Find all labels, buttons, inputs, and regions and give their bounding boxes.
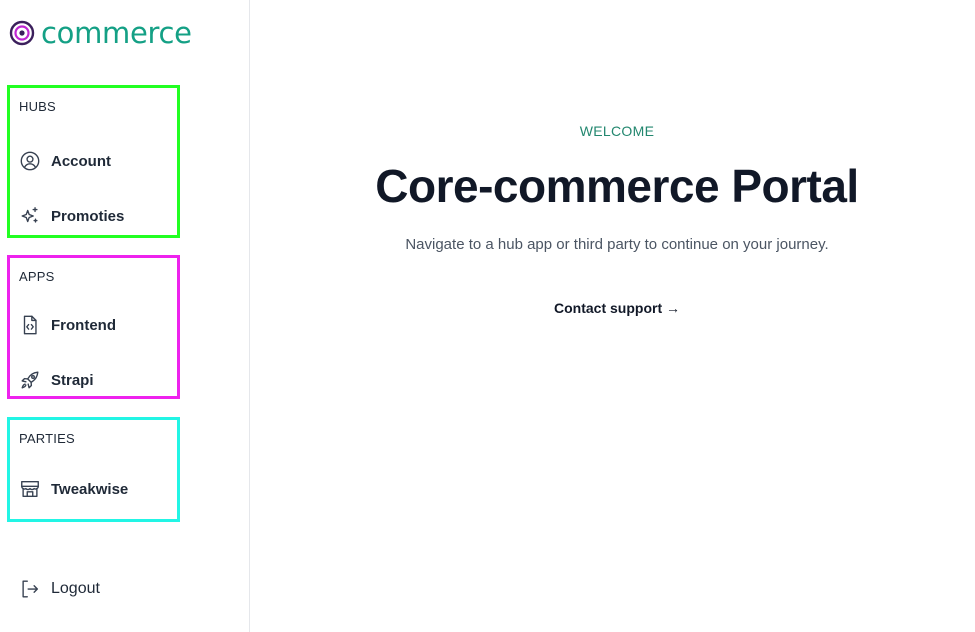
sidebar: commerce HUBS Account Promoties APPS Fro… bbox=[0, 0, 250, 632]
code-file-icon bbox=[23, 315, 37, 335]
sidebar-item-label: Account bbox=[51, 152, 111, 170]
brand-name: commerce bbox=[41, 16, 192, 50]
sidebar-item-account[interactable]: Account bbox=[19, 150, 111, 172]
sidebar-item-label: Strapi bbox=[51, 371, 94, 389]
brand-logo[interactable]: commerce bbox=[9, 16, 192, 50]
nav-group-apps: APPS Frontend Strapi bbox=[7, 255, 180, 399]
rocket-icon bbox=[21, 371, 39, 389]
sidebar-item-promoties[interactable]: Promoties bbox=[19, 205, 124, 227]
nav-group-title: PARTIES bbox=[19, 431, 75, 446]
concentric-circle-logo-icon bbox=[9, 20, 35, 46]
nav-group-title: APPS bbox=[19, 269, 55, 284]
nav-group-parties: PARTIES Tweakwise bbox=[7, 417, 180, 522]
page-title: Core-commerce Portal bbox=[375, 160, 859, 212]
welcome-eyebrow: WELCOME bbox=[579, 123, 655, 139]
nav-group-title: HUBS bbox=[19, 99, 56, 114]
contact-support-link[interactable]: Contact support → bbox=[554, 300, 680, 316]
main-content: WELCOME Core-commerce Portal Navigate to… bbox=[251, 0, 975, 632]
sparkles-icon bbox=[21, 207, 38, 223]
sidebar-item-label: Tweakwise bbox=[51, 480, 129, 498]
sidebar-item-frontend[interactable]: Frontend bbox=[19, 314, 116, 336]
sidebar-item-strapi[interactable]: Strapi bbox=[19, 369, 94, 391]
logout-label: Logout bbox=[51, 580, 100, 597]
logout-button[interactable]: Logout bbox=[19, 578, 100, 600]
contact-support-container: Contact support → bbox=[251, 300, 975, 316]
sidebar-item-label: Promoties bbox=[51, 207, 125, 225]
sidebar-item-label: Frontend bbox=[51, 316, 116, 334]
page-subtitle: Navigate to a hub app or third party to … bbox=[405, 236, 829, 253]
user-circle-icon bbox=[20, 151, 40, 171]
storefront-icon bbox=[21, 480, 39, 498]
sidebar-item-tweakwise[interactable]: Tweakwise bbox=[19, 478, 128, 500]
nav-group-hubs: HUBS Account Promoties bbox=[7, 85, 180, 238]
logout-arrow-icon bbox=[22, 580, 39, 598]
